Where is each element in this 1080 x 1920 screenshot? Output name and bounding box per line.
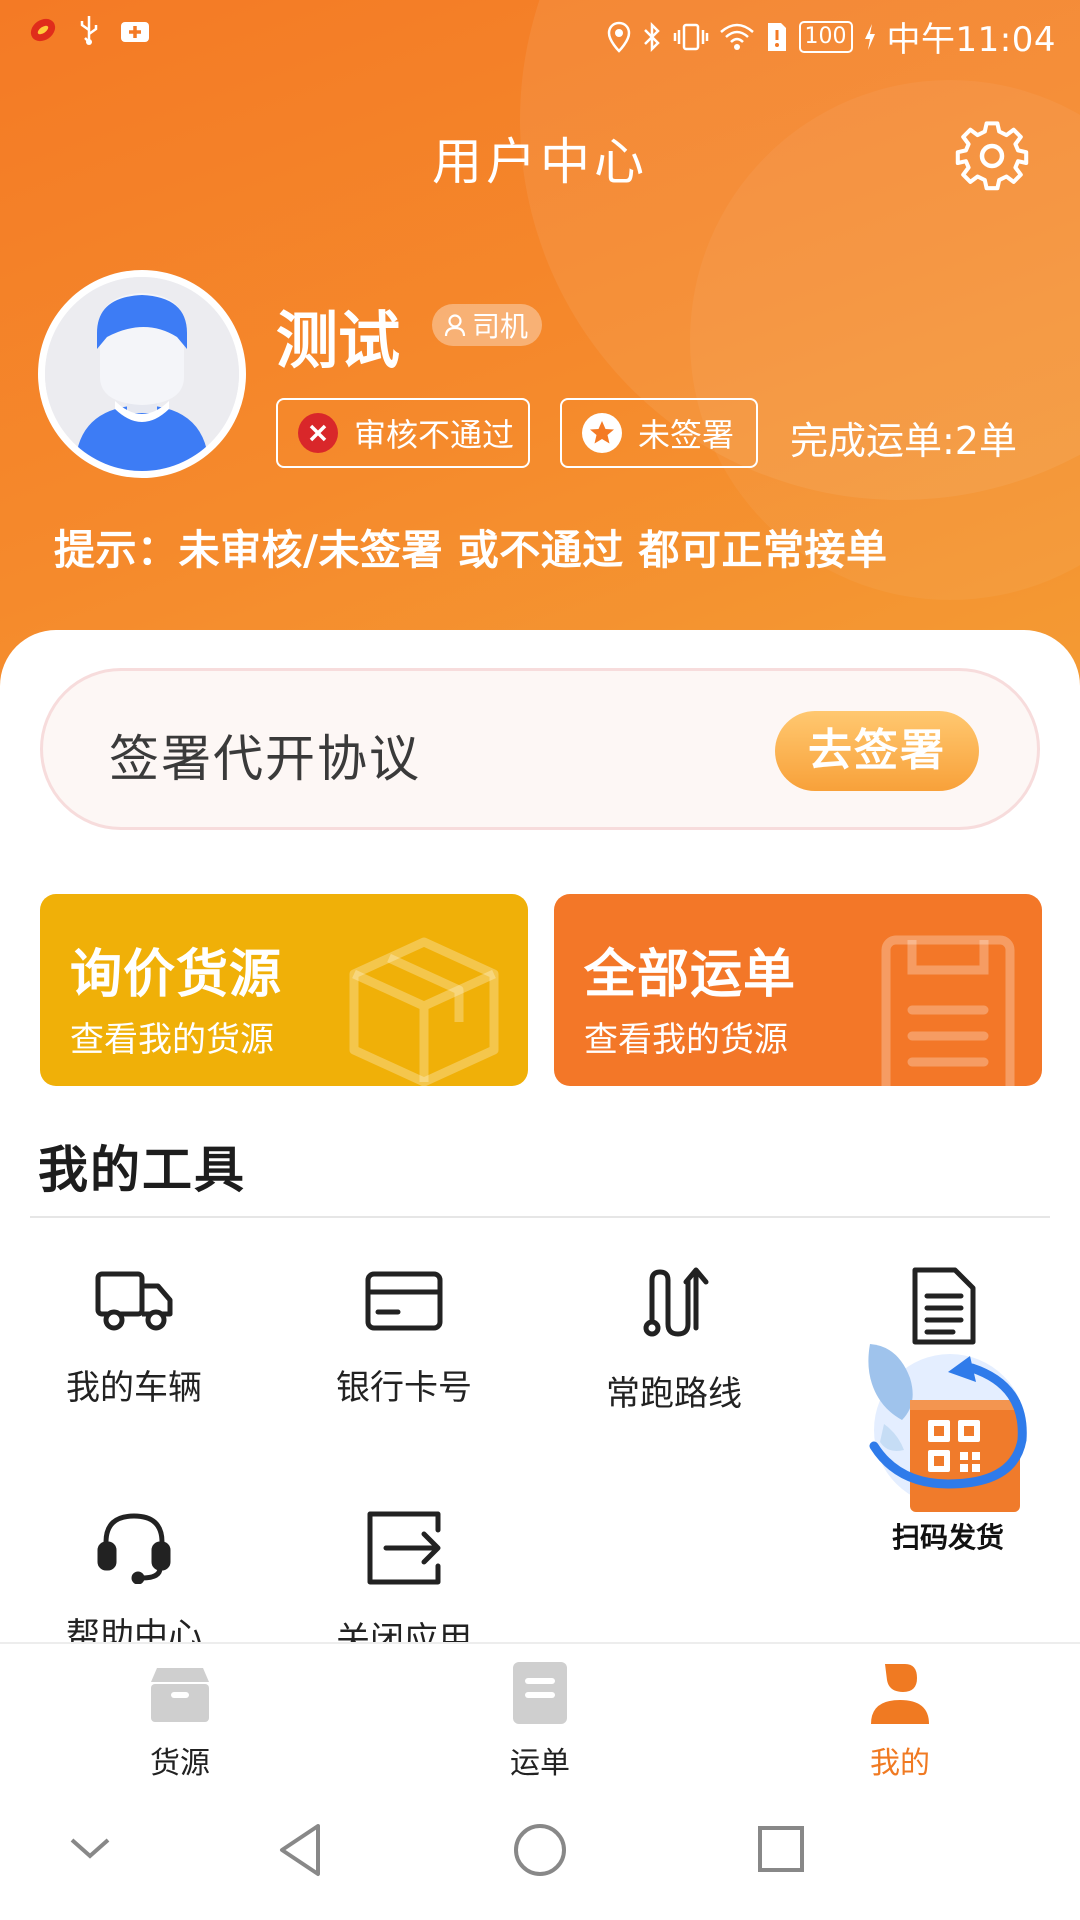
tool-label: 关闭应用 — [336, 1620, 472, 1642]
card-title: 询价货源 — [70, 945, 283, 1005]
box-icon — [349, 937, 499, 1086]
battery-indicator: 100 — [798, 20, 853, 53]
role-badge: 司机 — [432, 304, 543, 346]
tool-label: 银行卡号 — [336, 1368, 472, 1408]
all-orders-card[interactable]: 全部运单 查看我的货源 — [554, 894, 1042, 1086]
qr-code-icon — [868, 1344, 1027, 1512]
vibrate-icon — [673, 23, 708, 50]
waybill-icon — [513, 1662, 567, 1724]
page-title: 用户中心 — [432, 133, 648, 191]
tab-mine[interactable]: 我的 — [800, 1660, 1000, 1781]
gear-icon — [955, 121, 1029, 191]
back-icon[interactable] — [276, 1822, 324, 1878]
wifi-icon — [719, 23, 754, 50]
agreement-banner[interactable]: 签署代开协议 去签署 — [40, 668, 1040, 830]
tab-label: 货源 — [150, 1746, 210, 1781]
tab-label: 运单 — [510, 1746, 570, 1781]
location-icon — [607, 21, 630, 53]
tool-label: 常跑路线 — [606, 1374, 742, 1414]
tool-label: 我的车辆 — [66, 1368, 202, 1408]
tool-close-app[interactable]: 关闭应用 — [294, 1508, 514, 1642]
sign-status-label: 未签署 — [638, 416, 735, 454]
scan-ship-label: 扫码发货 — [891, 1521, 1004, 1554]
agreement-label: 签署代开协议 — [109, 730, 421, 788]
scan-ship-button[interactable]: 扫码发货 — [858, 1338, 1038, 1558]
clipboard-icon — [881, 935, 1015, 1086]
app-notification-icon — [30, 18, 56, 42]
bluetooth-icon — [643, 21, 660, 52]
tool-my-vehicle[interactable]: 我的车辆 — [24, 1266, 244, 1446]
home-icon[interactable] — [512, 1822, 568, 1878]
truck-icon — [95, 1271, 173, 1331]
tab-label: 我的 — [870, 1746, 930, 1781]
user-avatar-icon — [45, 277, 239, 471]
chevron-down-icon[interactable] — [68, 1834, 112, 1862]
sim-alert-icon — [767, 22, 786, 51]
completed-orders: 完成运单:2单 — [790, 419, 1017, 463]
tab-waybill[interactable]: 运单 — [440, 1660, 640, 1781]
card-subtitle: 查看我的货源 — [70, 1020, 274, 1060]
tool-bank-card[interactable]: 银行卡号 — [294, 1266, 514, 1446]
bottom-tab-bar: 货源 运单 我的 — [0, 1642, 1080, 1788]
bank-card-icon — [365, 1271, 443, 1331]
status-time: 中午11:04 — [886, 20, 1056, 60]
tools-section-title: 我的工具 — [38, 1141, 246, 1199]
charging-icon — [864, 23, 875, 50]
exit-icon — [367, 1511, 441, 1585]
route-icon — [643, 1267, 709, 1337]
document-icon — [912, 1267, 976, 1345]
card-subtitle: 查看我的货源 — [584, 1020, 788, 1060]
close-circle-icon — [298, 413, 338, 453]
system-navigation-bar — [0, 1790, 1080, 1920]
review-status-label: 审核不通过 — [354, 416, 515, 454]
tool-label: 帮助中心 — [66, 1616, 202, 1642]
inquiry-cargo-card[interactable]: 询价货源 查看我的货源 — [40, 894, 528, 1086]
user-icon — [871, 1664, 929, 1724]
person-icon — [444, 314, 466, 337]
tab-cargo[interactable]: 货源 — [80, 1660, 280, 1781]
review-status-chip[interactable]: 审核不通过 — [276, 398, 530, 468]
divider — [30, 1216, 1050, 1218]
go-sign-button[interactable]: 去签署 — [775, 711, 979, 791]
tool-help-center[interactable]: 帮助中心 — [24, 1508, 244, 1642]
user-name: 测试 — [276, 304, 401, 377]
usb-icon — [80, 16, 98, 45]
star-badge-icon — [582, 413, 622, 453]
tip-text: 提示：未审核/未签署 或不通过 都可正常接单 — [54, 526, 888, 574]
headset-icon — [97, 1513, 171, 1584]
medical-kit-icon — [121, 22, 149, 42]
role-label: 司机 — [472, 310, 529, 343]
settings-button[interactable] — [952, 116, 1032, 196]
status-bar: 100 中午11:04 — [0, 0, 1080, 76]
avatar[interactable] — [38, 270, 246, 478]
recent-apps-icon[interactable] — [756, 1824, 806, 1874]
sign-status-chip[interactable]: 未签署 — [560, 398, 758, 468]
card-title: 全部运单 — [584, 945, 797, 1005]
cargo-box-icon — [151, 1668, 209, 1722]
tool-frequent-routes[interactable]: 常跑路线 — [564, 1266, 784, 1446]
